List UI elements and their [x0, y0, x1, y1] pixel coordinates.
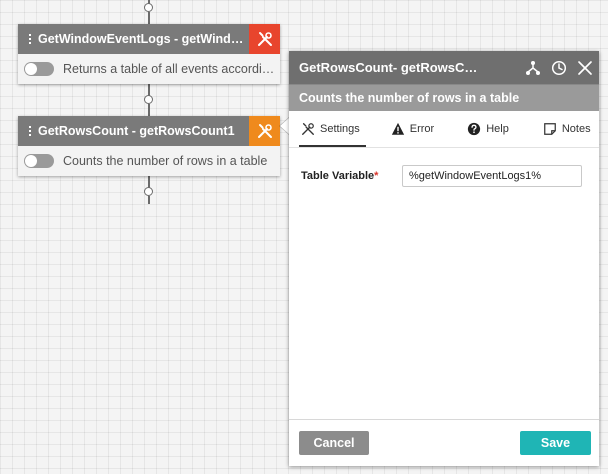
node-body: Counts the number of rows in a table [18, 146, 280, 176]
tab-label: Settings [320, 123, 360, 135]
tab-label: Help [486, 123, 509, 135]
tab-label: Notes [561, 123, 591, 135]
connector-port[interactable] [144, 95, 153, 104]
node-description: Counts the number of rows in a table [63, 154, 268, 168]
workflow-canvas[interactable]: GetWindowEventLogs - getWindowEventLogs1… [0, 0, 608, 474]
node-title: GetWindowEventLogs - getWindowEventLogs1 [38, 32, 248, 46]
tab-error[interactable]: Error [391, 111, 434, 147]
warning-icon [391, 122, 404, 135]
tab-label: Error [409, 123, 435, 135]
drag-handle-icon[interactable] [24, 126, 36, 136]
connector-port[interactable] [144, 3, 153, 12]
node-body: Returns a table of all events according … [18, 54, 280, 84]
tab-help[interactable]: Help [467, 111, 509, 147]
node-enable-toggle[interactable] [24, 62, 54, 76]
tab-settings[interactable]: Settings [299, 111, 366, 147]
panel-tabs: Settings Error Help Notes [289, 111, 599, 148]
flow-node-getwindoweventlogs[interactable]: GetWindowEventLogs - getWindowEventLogs1… [18, 24, 280, 84]
drag-handle-icon[interactable] [24, 34, 36, 44]
tools-icon [302, 123, 314, 135]
tab-notes[interactable]: Notes [543, 111, 591, 147]
node-title: GetRowsCount - getRowsCount1 [38, 124, 235, 138]
cancel-button[interactable]: Cancel [299, 431, 369, 455]
connector-line [148, 104, 150, 116]
required-marker: * [374, 170, 379, 182]
table-variable-label: Table Variable* [301, 170, 402, 182]
note-icon [543, 123, 556, 135]
save-button[interactable]: Save [520, 431, 591, 455]
panel-actions [523, 51, 595, 84]
help-icon [468, 122, 481, 136]
close-button[interactable] [575, 58, 595, 78]
table-variable-input[interactable] [402, 165, 582, 187]
history-button[interactable] [549, 58, 569, 78]
field-label-text: Table Variable [301, 170, 375, 182]
clock-icon [551, 60, 567, 75]
node-settings-button[interactable] [249, 116, 280, 146]
node-header[interactable]: GetWindowEventLogs - getWindowEventLogs1 [18, 24, 280, 54]
node-description: Returns a table of all events according … [63, 62, 280, 76]
node-enable-toggle[interactable] [24, 154, 54, 168]
close-icon [578, 60, 592, 75]
node-header[interactable]: GetRowsCount - getRowsCount1 [18, 116, 280, 146]
connector-line [148, 12, 150, 24]
connector-port[interactable] [144, 187, 153, 196]
panel-footer: Cancel Save [289, 419, 599, 466]
node-settings-button[interactable] [249, 24, 280, 54]
panel-header: GetRowsCount- getRowsCount1 [289, 51, 599, 84]
connector-line [148, 196, 150, 204]
panel-subtitle: Counts the number of rows in a table [289, 84, 599, 111]
hierarchy-button[interactable] [523, 58, 543, 78]
table-variable-row: Table Variable* [301, 165, 582, 187]
tools-icon [257, 32, 272, 46]
tools-icon [257, 124, 272, 138]
panel-title: GetRowsCount- getRowsCount1 [299, 60, 479, 75]
hierarchy-icon [526, 60, 540, 75]
properties-panel: GetRowsCount- getRowsCount1 [289, 51, 599, 466]
flow-node-getrowscount[interactable]: GetRowsCount - getRowsCount1 Counts the … [18, 116, 280, 176]
